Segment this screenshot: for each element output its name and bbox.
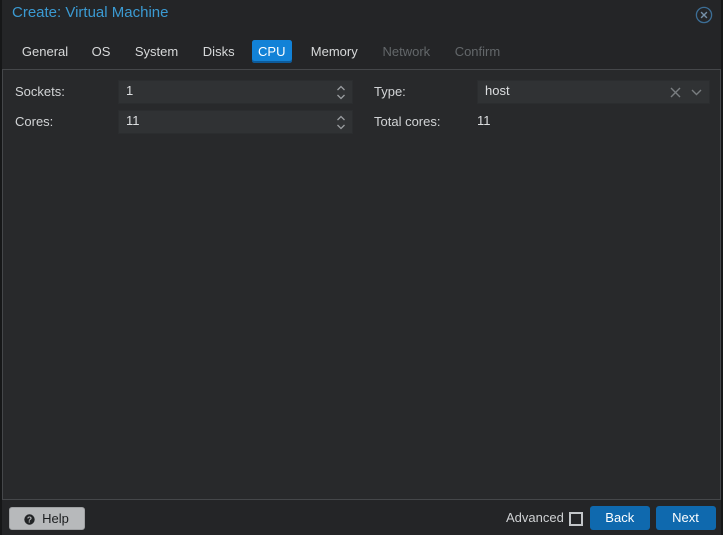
- svg-text:?: ?: [27, 514, 32, 524]
